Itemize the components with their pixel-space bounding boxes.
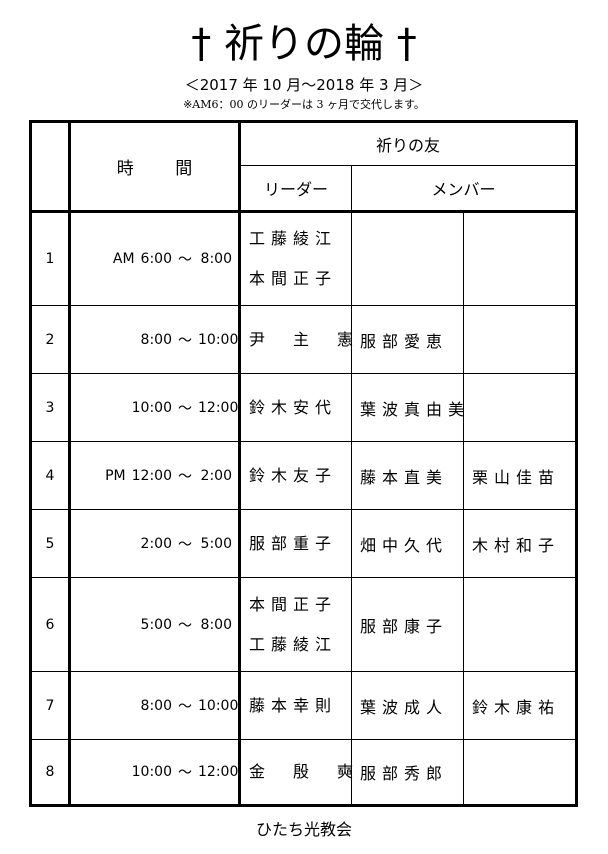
table-row: 2 8:00 ～ 10:00 尹 主 憲服部愛恵 bbox=[30, 305, 578, 374]
time-header: 時 間 bbox=[69, 121, 241, 213]
leader-name: 藤本幸則 bbox=[249, 695, 338, 715]
table-row: 7 8:00 ～ 10:00 藤本幸則 葉波成人 鈴木康祐 bbox=[30, 671, 578, 740]
member-name: 服部愛恵 bbox=[351, 305, 464, 374]
ampm-label: AM bbox=[112, 251, 135, 267]
end-time: 10:00 bbox=[198, 331, 239, 348]
member-name bbox=[351, 211, 464, 306]
table-row: 3 10:00 ～ 12:00 鈴木安代 葉波真由美 bbox=[30, 373, 578, 442]
member-name: 服部秀郎 bbox=[351, 739, 464, 806]
member-name bbox=[462, 211, 578, 306]
member-name: 葉波成人 bbox=[351, 671, 464, 740]
member-name: 栗山佳苗 bbox=[462, 441, 578, 510]
row-number: 7 bbox=[30, 671, 71, 740]
start-time: 12:00 bbox=[131, 467, 172, 484]
church-name: ひたち光教会 bbox=[255, 820, 352, 839]
member-name bbox=[462, 739, 578, 806]
row-number: 1 bbox=[30, 211, 71, 306]
range-tilde: ～ bbox=[178, 617, 192, 634]
leader-cell: 本間正子 工藤綾江 bbox=[239, 577, 352, 672]
page-title: † 祈りの輪 † bbox=[191, 21, 417, 67]
row-number: 6 bbox=[30, 577, 71, 672]
number-header-cell bbox=[30, 121, 71, 213]
member-name bbox=[462, 305, 578, 374]
range-tilde: ～ bbox=[178, 765, 192, 781]
member-name bbox=[462, 373, 578, 442]
time-slot: 10:00 ～ 12:00 bbox=[69, 373, 241, 442]
row-number: 5 bbox=[30, 509, 71, 578]
leader-name: 服部重子 bbox=[249, 533, 338, 553]
row-number: 8 bbox=[30, 739, 71, 806]
table-row: 8 10:00 ～ 12:00 金 殷 奭服部秀郎 bbox=[30, 739, 578, 806]
leader-cell: 服部重子 bbox=[239, 509, 352, 578]
range-tilde: ～ bbox=[178, 468, 192, 485]
period-range: ＜2017 年 10 月～2018 年 3 月＞ bbox=[184, 76, 424, 94]
leader-cell: 鈴木友子 bbox=[239, 441, 352, 510]
leader-name: 鈴木安代 bbox=[249, 397, 338, 417]
member-name: 鈴木康祐 bbox=[462, 671, 578, 740]
end-time: 12:00 bbox=[198, 399, 239, 416]
leader-name: 工藤綾江 bbox=[249, 634, 338, 654]
time-slot: PM 12:00 ～ 2:00 bbox=[69, 441, 241, 510]
table-row: 6 5:00 ～ 8:00 本間正子工藤綾江 服部康子 bbox=[30, 577, 578, 672]
start-time: 6:00 bbox=[140, 251, 172, 267]
start-time: 2:00 bbox=[140, 535, 172, 552]
member-name bbox=[462, 577, 578, 672]
range-tilde: ～ bbox=[178, 252, 192, 268]
time-slot: 8:00 ～ 10:00 bbox=[69, 671, 241, 740]
time-slot: 2:00 ～ 5:00 bbox=[69, 509, 241, 578]
time-slot: 8:00 ～ 10:00 bbox=[69, 305, 241, 374]
range-tilde: ～ bbox=[178, 400, 192, 417]
table-row: 1 AM 6:00 ～ 8:00 工藤綾江本間正子 bbox=[30, 211, 578, 306]
time-slot: 5:00 ～ 8:00 bbox=[69, 577, 241, 672]
leader-cell: 金 殷 奭 bbox=[239, 739, 360, 806]
time-slot: 10:00 ～ 12:00 bbox=[69, 739, 241, 806]
leader-header: リーダー bbox=[239, 165, 352, 213]
start-time: 8:00 bbox=[140, 331, 172, 348]
leader-name: 鈴木友子 bbox=[249, 465, 338, 485]
row-number: 4 bbox=[30, 441, 71, 510]
leader-name: 尹 主 憲 bbox=[249, 329, 360, 349]
leader-name: 本間正子 bbox=[249, 269, 338, 288]
start-time: 8:00 bbox=[140, 697, 172, 714]
member-name: 木村和子 bbox=[462, 509, 578, 578]
table-row: 4 PM 12:00 ～ 2:00 鈴木友子 藤本直美 栗山佳苗 bbox=[30, 441, 578, 510]
ampm-label: PM bbox=[105, 467, 126, 484]
schedule-rows: 1 AM 6:00 ～ 8:00 工藤綾江 本間正子 2 8:00 ～ 10:00 尹 主 憲服部愛恵… bbox=[30, 211, 578, 806]
end-time: 2:00 bbox=[200, 467, 232, 484]
table-row: 5 2:00 ～ 5:00 服部重子 畑中久代 木村和子 bbox=[30, 509, 578, 578]
member-name: 藤本直美 bbox=[351, 441, 464, 510]
member-name: 畑中久代 bbox=[351, 509, 464, 578]
range-tilde: ～ bbox=[178, 536, 192, 553]
prayer-friends-header: 祈りの友 bbox=[238, 121, 578, 166]
leader-name: 工藤綾江 bbox=[249, 229, 338, 248]
start-time: 10:00 bbox=[131, 764, 172, 780]
leader-cell: 工藤綾江 本間正子 bbox=[239, 211, 352, 306]
start-time: 10:00 bbox=[131, 399, 172, 416]
row-number: 3 bbox=[30, 373, 71, 442]
end-time: 5:00 bbox=[200, 535, 232, 552]
range-tilde: ～ bbox=[178, 698, 192, 715]
end-time: 8:00 bbox=[200, 251, 232, 267]
start-time: 5:00 bbox=[140, 616, 172, 633]
end-time: 8:00 bbox=[200, 616, 232, 633]
leader-cell: 尹 主 憲 bbox=[239, 305, 360, 374]
leader-cell: 鈴木安代 bbox=[239, 373, 352, 442]
row-number: 2 bbox=[30, 305, 71, 374]
rotation-note: ※AM6：00 のリーダーは 3 ヶ月で交代します。 bbox=[183, 98, 425, 111]
end-time: 10:00 bbox=[198, 697, 239, 714]
member-header: メンバー bbox=[350, 165, 578, 213]
leader-name: 本間正子 bbox=[249, 594, 338, 614]
time-slot: AM 6:00 ～ 8:00 bbox=[69, 211, 241, 306]
member-name: 葉波真由美 bbox=[351, 373, 464, 442]
leader-cell: 藤本幸則 bbox=[239, 671, 352, 740]
range-tilde: ～ bbox=[178, 332, 192, 349]
prayer-schedule-table: 時 間 祈りの友 リーダー メンバー 1 AM 6:00 ～ 8:00 工藤綾江 本間正子 2… bbox=[29, 120, 579, 807]
end-time: 12:00 bbox=[198, 764, 239, 780]
leader-name: 金 殷 奭 bbox=[249, 762, 360, 781]
member-name: 服部康子 bbox=[351, 577, 464, 672]
